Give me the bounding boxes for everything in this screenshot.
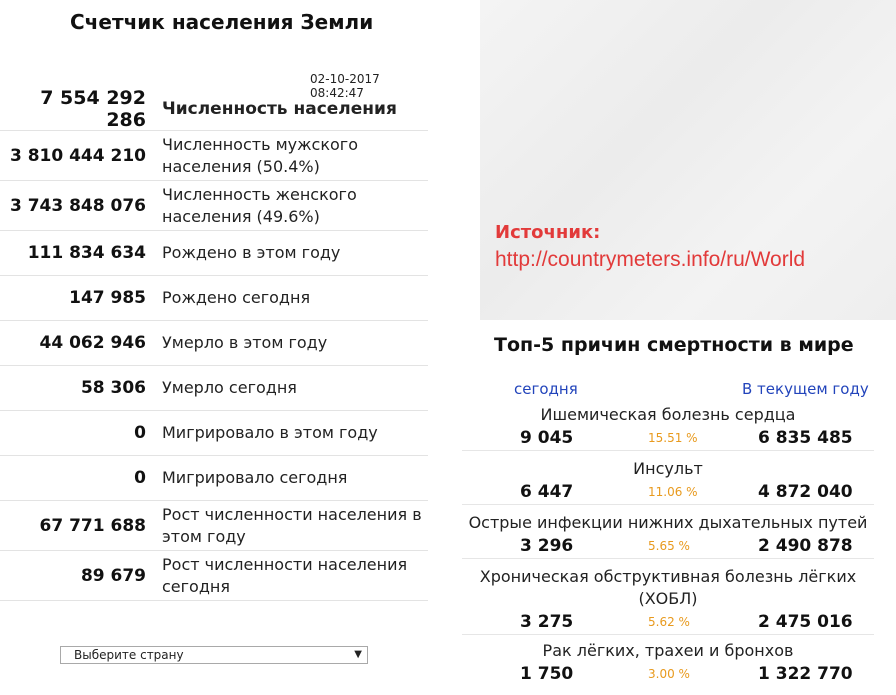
stat-value: 67 771 688 [39, 515, 146, 536]
stat-value: 147 985 [69, 288, 146, 308]
stat-value: 3 810 444 210 [9, 145, 146, 166]
cause-name: Инсульт [633, 459, 703, 478]
stat-value: 89 679 [80, 565, 146, 586]
blurred-area [480, 0, 896, 320]
stat-row-deaths-year: 44 062 946 Умерло в этом году [0, 321, 428, 366]
cause-percent: 5.65 % [648, 539, 690, 553]
cause-row: Рак лёгких, трахеи и бронхов 1 750 3.00 … [462, 640, 874, 686]
cause-row: Ишемическая болезнь сердца 9 045 15.51 %… [462, 404, 874, 451]
country-select[interactable]: Выберите страну ▼ [60, 646, 368, 664]
cause-percent: 5.62 % [648, 615, 690, 629]
cause-row: Хроническая обструктивная болезнь лёгких… [462, 566, 874, 635]
cause-numbers: 3 296 5.65 % 2 490 878 [462, 534, 874, 558]
page-title: Счетчик населения Земли [70, 10, 374, 34]
cause-row: Острые инфекции нижних дыхательных путей… [462, 512, 874, 559]
stat-label: Численность женского населения (49.6%) [162, 184, 357, 226]
stat-row-births-today: 147 985 Рождено сегодня [0, 276, 428, 321]
population-panel: Счетчик населения Земли 02-10-2017 08:42… [0, 0, 430, 695]
cause-numbers: 3 275 5.62 % 2 475 016 [462, 610, 874, 634]
stat-value: 58 306 [80, 378, 146, 398]
cause-numbers: 1 750 3.00 % 1 322 770 [462, 662, 874, 686]
stat-value: 44 062 946 [39, 333, 146, 353]
stat-row-growth-today: 89 679 Рост численности населения сегодн… [0, 551, 428, 601]
causes-title: Топ-5 причин смертности в мире [494, 334, 854, 356]
stat-value: 111 834 634 [27, 243, 146, 263]
cause-today: 9 045 [520, 428, 574, 448]
column-header-today: сегодня [514, 380, 578, 398]
cause-today: 3 296 [520, 536, 574, 556]
stat-label: Мигрировало в этом году [162, 423, 378, 442]
stat-value: 0 [134, 468, 146, 488]
dropdown-arrow-icon: ▼ [354, 649, 362, 660]
column-header-year: В текущем году [742, 380, 869, 398]
stats-table: 7 554 292 286 Численность населения 3 81… [0, 87, 428, 601]
stat-value: 7 554 292 286 [40, 87, 146, 131]
stat-label: Рождено в этом году [162, 243, 341, 262]
stat-value: 3 743 848 076 [9, 195, 146, 216]
stat-row-births-year: 111 834 634 Рождено в этом году [0, 231, 428, 276]
stat-label: Умерло в этом году [162, 333, 328, 352]
cause-year: 6 835 485 [758, 428, 853, 448]
cause-name: Ишемическая болезнь сердца [540, 405, 796, 424]
stat-value: 0 [134, 423, 146, 443]
cause-numbers: 6 447 11.06 % 4 872 040 [462, 480, 874, 504]
cause-today: 3 275 [520, 612, 574, 632]
cause-today: 6 447 [520, 482, 574, 502]
country-select-value: Выберите страну [74, 648, 184, 662]
stat-row-female: 3 743 848 076 Численность женского насел… [0, 181, 428, 231]
cause-year: 2 475 016 [758, 612, 853, 632]
cause-year: 2 490 878 [758, 536, 853, 556]
stat-label: Рост численности населения в этом году [162, 504, 422, 546]
stat-row-male: 3 810 444 210 Численность мужского насел… [0, 131, 428, 181]
cause-name: Хроническая обструктивная болезнь лёгких… [479, 567, 857, 608]
cause-percent: 11.06 % [648, 485, 698, 499]
stat-label: Рождено сегодня [162, 288, 311, 307]
stat-row-migration-year: 0 Мигрировало в этом году [0, 411, 428, 456]
stat-label: Рост численности населения сегодня [162, 554, 408, 596]
cause-year: 1 322 770 [758, 664, 853, 684]
stat-row-migration-today: 0 Мигрировало сегодня [0, 456, 428, 501]
stat-row-population: 7 554 292 286 Численность населения [0, 87, 428, 131]
cause-row: Инсульт 6 447 11.06 % 4 872 040 [462, 458, 874, 505]
stat-label: Мигрировало сегодня [162, 468, 348, 487]
stat-label: Умерло сегодня [162, 378, 297, 397]
stat-label: Численность мужского населения (50.4%) [162, 134, 358, 176]
stat-row-deaths-today: 58 306 Умерло сегодня [0, 366, 428, 411]
page: Счетчик населения Земли 02-10-2017 08:42… [0, 0, 896, 695]
cause-numbers: 9 045 15.51 % 6 835 485 [462, 426, 874, 450]
cause-name: Острые инфекции нижних дыхательных путей [468, 513, 868, 532]
cause-percent: 15.51 % [648, 431, 698, 445]
cause-percent: 3.00 % [648, 667, 690, 681]
cause-name: Рак лёгких, трахеи и бронхов [542, 641, 794, 660]
source-label: Источник: [495, 222, 601, 243]
stat-row-growth-year: 67 771 688 Рост численности населения в … [0, 501, 428, 551]
cause-year: 4 872 040 [758, 482, 853, 502]
source-link[interactable]: http://countrymeters.info/ru/World [495, 248, 805, 272]
cause-today: 1 750 [520, 664, 574, 684]
stat-label: Численность населения [162, 99, 397, 119]
